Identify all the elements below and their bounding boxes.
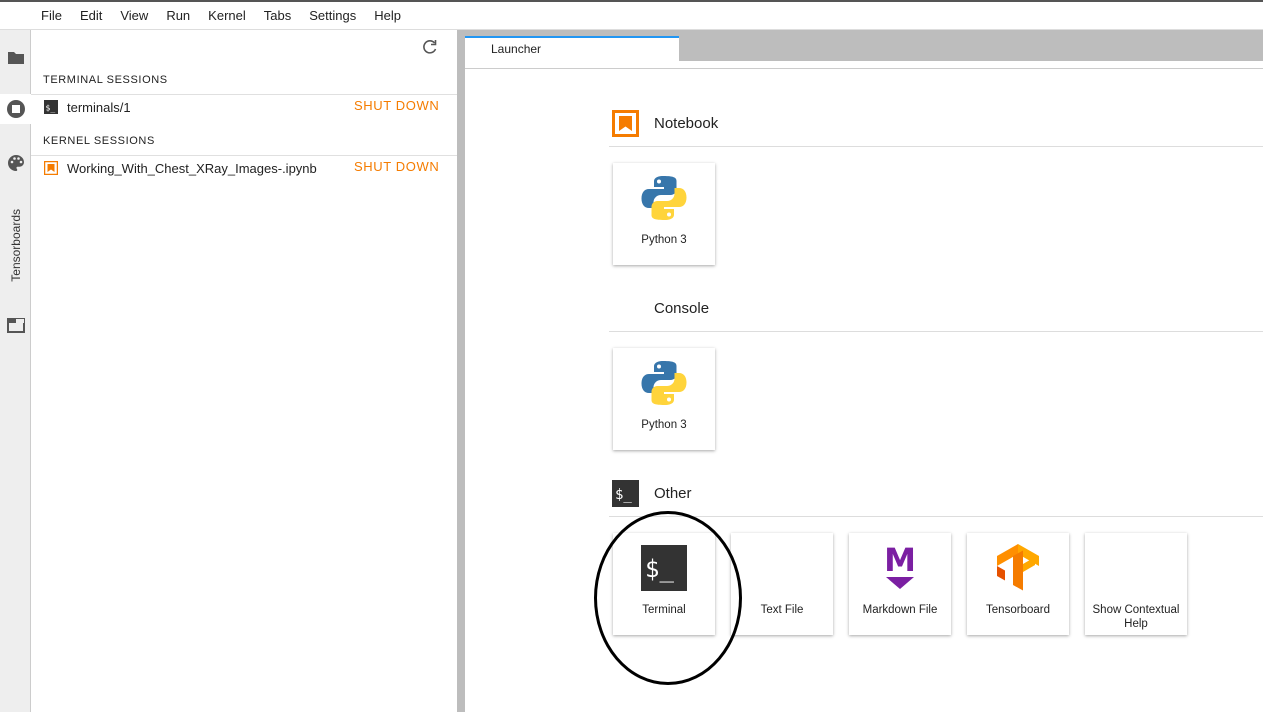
- kernel-session-row[interactable]: Working_With_Chest_XRay_Images-.ipynb SH…: [31, 156, 457, 180]
- card-label: Python 3: [641, 419, 687, 431]
- notebook-icon: [44, 161, 58, 175]
- refresh-button[interactable]: [421, 38, 439, 56]
- running-sessions-button[interactable]: [0, 94, 31, 124]
- svg-text:$_: $_: [46, 104, 56, 113]
- contextual-help-card[interactable]: Show Contextual Help: [1085, 533, 1187, 635]
- running-sessions-icon: [6, 100, 25, 118]
- menu-kernel[interactable]: Kernel: [199, 8, 255, 23]
- terminal-session-row[interactable]: $_ terminals/1 SHUT DOWN: [31, 95, 457, 119]
- tab-list-icon: [6, 317, 25, 333]
- svg-text:M: M: [884, 543, 916, 579]
- other-section-title: Other: [654, 485, 692, 502]
- card-label: Terminal: [642, 604, 686, 616]
- menu-settings[interactable]: Settings: [300, 8, 365, 23]
- notebook-section-title: Notebook: [654, 115, 719, 132]
- console-python3-card[interactable]: Python 3: [613, 348, 715, 450]
- markdown-icon: M: [875, 543, 925, 593]
- notebook-icon: [612, 110, 639, 137]
- svg-text:$_: $_: [615, 487, 632, 503]
- terminal-icon: $_: [639, 543, 689, 593]
- divider: [609, 516, 1263, 517]
- python-logo-icon: [639, 173, 689, 223]
- shutdown-terminal-button[interactable]: SHUT DOWN: [354, 98, 439, 113]
- terminal-icon: $_: [612, 480, 639, 507]
- card-label: Tensorboard: [986, 604, 1050, 616]
- terminal-sessions-header: TERMINAL SESSIONS: [43, 74, 168, 86]
- menu-view[interactable]: View: [111, 8, 157, 23]
- launcher-panel: Notebook Python 3 Console Python 3 $_ Ot…: [465, 70, 1263, 712]
- card-label: Python 3: [641, 234, 687, 246]
- card-label: Text File: [760, 604, 804, 616]
- tensorboard-card[interactable]: Tensorboard: [967, 533, 1069, 635]
- kernel-sessions-header: KERNEL SESSIONS: [43, 135, 155, 147]
- terminal-icon: $_: [44, 100, 58, 114]
- notebook-python3-card[interactable]: Python 3: [613, 163, 715, 265]
- terminal-card[interactable]: $_ Terminal: [613, 533, 715, 635]
- running-sessions-panel: TERMINAL SESSIONS $_ terminals/1 SHUT DO…: [31, 30, 457, 712]
- tensorboards-tab[interactable]: Tensorboards: [0, 200, 31, 290]
- menu-file[interactable]: File: [32, 8, 71, 23]
- activity-bar: Tensorboards: [0, 30, 31, 712]
- tab-bar-underline: [465, 61, 1263, 69]
- tab-launcher[interactable]: Launcher: [465, 36, 679, 61]
- refresh-icon: [423, 40, 437, 54]
- palette-icon: [7, 155, 24, 171]
- file-browser-button[interactable]: [0, 42, 31, 72]
- kernel-session-label: Working_With_Chest_XRay_Images-.ipynb: [67, 161, 317, 176]
- text-file-card[interactable]: Text File: [731, 533, 833, 635]
- tensorboards-label: Tensorboards: [8, 208, 23, 282]
- tab-bar: Launcher: [465, 30, 1263, 61]
- property-inspector-button[interactable]: [0, 148, 31, 178]
- divider: [609, 146, 1263, 147]
- tab-list-button[interactable]: [0, 310, 31, 340]
- svg-text:$_: $_: [645, 555, 674, 583]
- python-logo-icon: [639, 358, 689, 408]
- markdown-file-card[interactable]: M Markdown File: [849, 533, 951, 635]
- terminal-session-label: terminals/1: [67, 100, 131, 115]
- card-label: Markdown File: [862, 604, 938, 616]
- card-label: Show Contextual Help: [1092, 604, 1180, 630]
- menu-run[interactable]: Run: [157, 8, 199, 23]
- menu-bar: File Edit View Run Kernel Tabs Settings …: [0, 2, 1263, 30]
- divider: [609, 331, 1263, 332]
- console-section-title: Console: [654, 300, 710, 317]
- menu-help[interactable]: Help: [365, 8, 410, 23]
- tensorflow-logo-icon: [993, 543, 1043, 593]
- panel-splitter[interactable]: [457, 30, 465, 712]
- menu-tabs[interactable]: Tabs: [255, 8, 300, 23]
- menu-edit[interactable]: Edit: [71, 8, 111, 23]
- folder-icon: [7, 51, 24, 64]
- shutdown-kernel-button[interactable]: SHUT DOWN: [354, 159, 439, 174]
